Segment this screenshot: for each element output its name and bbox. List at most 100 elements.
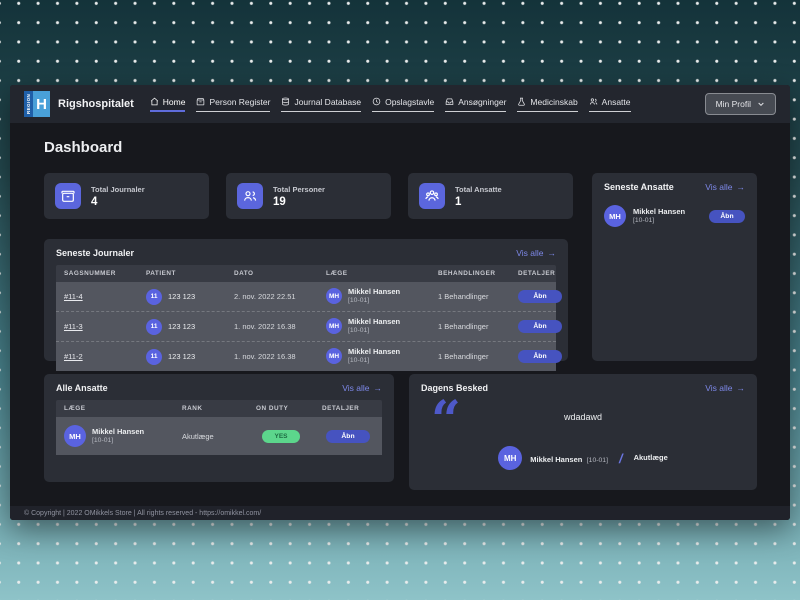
stat-label: Total Personer bbox=[273, 184, 325, 194]
doctor-avatar: MH bbox=[326, 348, 342, 365]
view-all-link[interactable]: Vis alle → bbox=[705, 383, 745, 393]
journal-date: 1. nov. 2022 16.38 bbox=[234, 352, 296, 361]
nav-item-person-register[interactable]: Person Register bbox=[196, 97, 271, 112]
nav-item-journal-database[interactable]: Journal Database bbox=[281, 96, 362, 112]
journal-date: 2. nov. 2022 22.51 bbox=[234, 292, 296, 301]
panel-dagens-besked: Dagens Besked Vis alle → “ wdadawd MH Mi… bbox=[409, 374, 757, 490]
arrow-right-icon: → bbox=[547, 248, 557, 258]
home-icon bbox=[150, 97, 158, 106]
nav-label: Medicinskab bbox=[530, 96, 578, 107]
slash-separator: / bbox=[618, 450, 623, 466]
author-code: [10-01] bbox=[586, 457, 608, 464]
archive-box-icon bbox=[197, 98, 205, 106]
doctor-code: [10-01] bbox=[348, 297, 370, 305]
panel-seneste-ansatte: Seneste Ansatte Vis alle → MH Mikkel Han… bbox=[592, 173, 757, 361]
col-laege: Læge bbox=[326, 270, 348, 277]
col-detaljer: Detaljer bbox=[322, 405, 360, 412]
brand-name: Rigshospitalet bbox=[58, 98, 134, 110]
app-window: REGION H Rigshospitalet Home Person Regi… bbox=[10, 85, 790, 520]
treatments-count: 1 Behandlinger bbox=[438, 352, 489, 361]
app-header: REGION H Rigshospitalet Home Person Regi… bbox=[10, 85, 790, 123]
col-sagsnummer: Sagsnummer bbox=[64, 270, 116, 277]
region-h-logo: REGION H bbox=[24, 91, 50, 117]
nav-item-medicinskab[interactable]: Medicinskab bbox=[517, 96, 578, 112]
journal-box-icon bbox=[61, 190, 75, 202]
view-all-link[interactable]: Vis alle → bbox=[342, 383, 382, 393]
logo-h-letter: H bbox=[33, 91, 50, 117]
col-dato: Dato bbox=[234, 270, 254, 277]
case-number-link[interactable]: #11-2 bbox=[64, 352, 146, 361]
patient-number: 123 123 bbox=[168, 292, 196, 301]
col-patient: Patient bbox=[146, 270, 176, 277]
nav-item-ansogninger[interactable]: Ansøgninger bbox=[445, 96, 507, 112]
panel-seneste-journaler: Seneste Journaler Vis alle → Sagsnummer … bbox=[44, 239, 568, 371]
avatar: MH bbox=[604, 205, 626, 227]
patient-avatar: 11 bbox=[146, 288, 162, 305]
author-rank: Akutlæge bbox=[633, 452, 668, 462]
open-button[interactable]: Åbn bbox=[709, 209, 745, 223]
treatments-count: 1 Behandlinger bbox=[438, 292, 489, 301]
quote-icon: “ bbox=[431, 390, 461, 451]
profile-button-label: Min Profil bbox=[715, 99, 751, 109]
nav-item-home[interactable]: Home bbox=[149, 97, 186, 112]
doctor-avatar: MH bbox=[326, 318, 342, 335]
doctor-rank: Akutlæge bbox=[182, 431, 214, 441]
flask-icon bbox=[518, 97, 526, 106]
profile-menu-button[interactable]: Min Profil bbox=[704, 93, 776, 115]
col-detaljer: Detaljer bbox=[518, 270, 556, 277]
open-button[interactable]: Åbn bbox=[518, 350, 562, 363]
table-row: MH Mikkel Hansen [10-01] Akutlæge YES Åb… bbox=[56, 417, 382, 455]
journal-date: 1. nov. 2022 16.38 bbox=[234, 322, 296, 331]
main-nav: Home Person Register Journal Database Op… bbox=[149, 96, 631, 112]
people-icon bbox=[244, 191, 257, 201]
page-title: Dashboard bbox=[44, 139, 123, 156]
doctor-name: Mikkel Hansen bbox=[348, 287, 401, 297]
view-all-link[interactable]: Vis alle → bbox=[705, 182, 745, 192]
doctor-name: Mikkel Hansen bbox=[348, 347, 401, 357]
stat-card-journaler: Total Journaler 4 bbox=[44, 173, 209, 219]
ansatte-list-item: MH Mikkel Hansen [10-01] Åbn bbox=[592, 199, 757, 233]
open-button[interactable]: Åbn bbox=[326, 429, 370, 443]
nav-item-ansatte[interactable]: Ansatte bbox=[588, 96, 631, 112]
arrow-right-icon: → bbox=[736, 383, 746, 393]
stat-value: 1 bbox=[455, 195, 462, 208]
nav-label: Ansatte bbox=[601, 96, 631, 107]
inbox-icon bbox=[445, 98, 454, 105]
col-rank: Rank bbox=[182, 405, 203, 412]
case-number-link[interactable]: #11-4 bbox=[64, 292, 146, 301]
stat-value: 4 bbox=[91, 195, 98, 208]
patient-number: 123 123 bbox=[168, 352, 196, 361]
nav-label: Opslagstavle bbox=[385, 96, 435, 107]
chevron-down-icon bbox=[758, 102, 764, 107]
view-all-link[interactable]: Vis alle → bbox=[516, 248, 556, 258]
open-button[interactable]: Åbn bbox=[518, 320, 562, 333]
table-header-row: Sagsnummer Patient Dato Læge Behandlinge… bbox=[56, 265, 556, 282]
col-laege: Læge bbox=[64, 405, 86, 412]
treatments-count: 1 Behandlinger bbox=[438, 322, 489, 331]
nav-label: Journal Database bbox=[294, 96, 362, 107]
author-name: Mikkel Hansen bbox=[530, 455, 583, 464]
table-row: #11-3 11 123 123 1. nov. 2022 16.38 MH M… bbox=[56, 311, 562, 341]
nav-label: Ansøgninger bbox=[458, 96, 507, 107]
author-avatar: MH bbox=[498, 446, 523, 470]
case-number-link[interactable]: #11-3 bbox=[64, 322, 146, 331]
patient-avatar: 11 bbox=[146, 348, 162, 365]
stat-value: 19 bbox=[273, 195, 286, 208]
arrow-right-icon: → bbox=[373, 383, 383, 393]
open-button[interactable]: Åbn bbox=[518, 290, 562, 303]
doctor-name: Mikkel Hansen bbox=[348, 317, 401, 327]
stat-label: Total Ansatte bbox=[455, 184, 502, 194]
stats-row: Total Journaler 4 Total Personer 19 Tota… bbox=[44, 173, 573, 219]
copyright-text: © Copyright | 2022 OMikkels Store | All … bbox=[24, 509, 262, 517]
journal-table: Sagsnummer Patient Dato Læge Behandlinge… bbox=[56, 265, 562, 371]
nav-item-opslagstavle[interactable]: Opslagstavle bbox=[372, 96, 435, 112]
col-on-duty: On Duty bbox=[256, 405, 289, 412]
message-author: MH Mikkel Hansen [10-01] / Akutlæge bbox=[409, 446, 757, 470]
main-content: Dashboard Total Journaler 4 Total Person… bbox=[10, 123, 790, 506]
panel-title: Alle Ansatte bbox=[56, 383, 108, 393]
staff-group-icon bbox=[425, 190, 439, 201]
table-row: #11-4 11 123 123 2. nov. 2022 22.51 MH M… bbox=[56, 282, 562, 311]
doctor-code: [10-01] bbox=[348, 357, 370, 365]
col-behandlinger: Behandlinger bbox=[438, 270, 496, 277]
panel-title: Seneste Journaler bbox=[56, 248, 135, 258]
